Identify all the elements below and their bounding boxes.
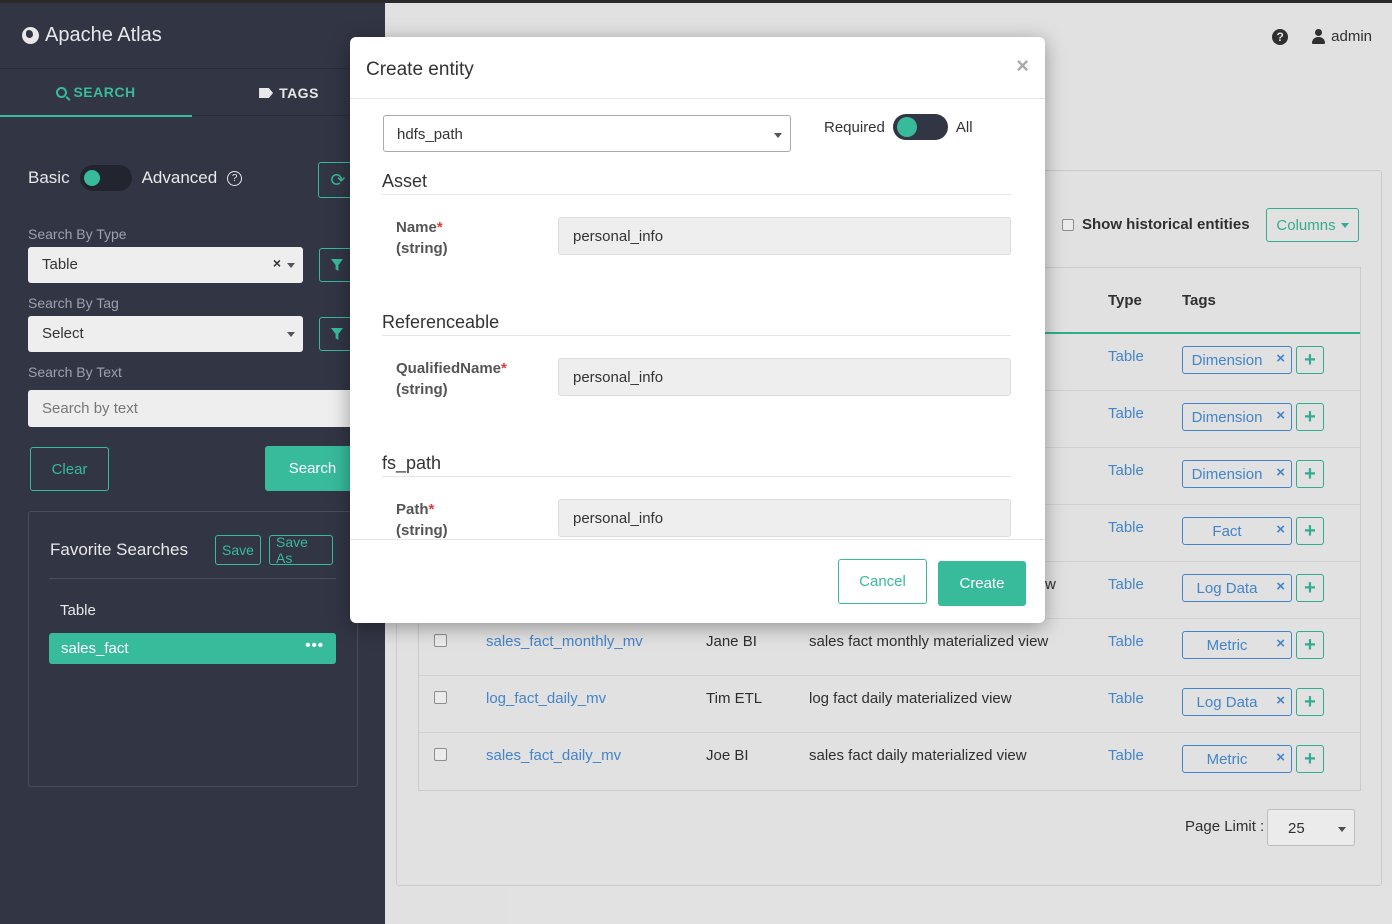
search-text-input[interactable]: Search by text — [28, 390, 358, 427]
clear-type-icon[interactable]: × — [273, 255, 281, 271]
section-divider — [382, 476, 1011, 477]
search-mode-row: Basic Advanced ? — [28, 165, 243, 191]
entity-type-select[interactable]: hdfs_path — [383, 115, 791, 152]
create-entity-modal: Create entity × hdfs_path Required All A… — [350, 37, 1045, 623]
create-button[interactable]: Create — [938, 561, 1026, 606]
search-by-type-select[interactable]: Table × — [28, 247, 303, 283]
toggle-knob — [83, 170, 100, 186]
all-label: All — [955, 118, 973, 136]
favorite-item[interactable]: sales_fact ••• — [49, 633, 336, 664]
refresh-icon: ⟳ — [330, 169, 346, 190]
close-icon[interactable]: × — [1016, 53, 1029, 79]
divider — [350, 539, 1045, 540]
section-divider — [382, 194, 1011, 195]
toggle-knob — [896, 117, 917, 137]
section-title: fs_path — [382, 453, 442, 473]
divider — [350, 98, 1045, 99]
app-brand[interactable]: Apache Atlas — [22, 24, 162, 47]
attribute-type: (string) — [396, 381, 448, 398]
app-title: Apache Atlas — [45, 24, 162, 46]
chevron-down-icon — [287, 332, 295, 337]
favorite-searches-panel: Favorite Searches Save Save As Table sal… — [28, 511, 358, 787]
filter-icon — [331, 328, 343, 340]
qualified-name-field[interactable]: personal_info — [558, 358, 1011, 396]
search-button[interactable]: Search — [265, 446, 360, 491]
attribute-name: Name — [396, 219, 437, 236]
tab-search-label: SEARCH — [73, 84, 136, 100]
advanced-label: Advanced — [141, 168, 218, 187]
search-by-tag-select[interactable]: Select — [28, 316, 303, 352]
attribute-label: Name* (string) — [396, 217, 448, 259]
help-icon[interactable]: ? — [227, 170, 243, 186]
cancel-button[interactable]: Cancel — [838, 559, 927, 604]
attribute-label: QualifiedName* (string) — [396, 358, 507, 400]
attribute-name: QualifiedName — [396, 360, 502, 377]
search-mode-toggle[interactable] — [79, 165, 132, 191]
attribute-label: Path* (string) — [396, 499, 448, 541]
more-icon[interactable]: ••• — [305, 637, 324, 654]
search-by-type-label: Search By Type — [28, 226, 127, 242]
clear-button[interactable]: Clear — [30, 447, 109, 491]
search-by-type-value: Table — [42, 256, 78, 273]
modal-title: Create entity — [366, 59, 474, 80]
required-mark: * — [436, 219, 443, 236]
search-by-tag-value: Select — [42, 325, 84, 342]
name-field[interactable]: personal_info — [558, 217, 1011, 255]
sidebar-tabs: SEARCH TAGS — [0, 68, 385, 117]
save-as-favorite-button[interactable]: Save As — [269, 534, 333, 566]
tag-icon — [259, 88, 274, 98]
save-favorite-button[interactable]: Save — [215, 535, 261, 565]
search-by-tag-label: Search By Tag — [28, 295, 119, 311]
required-mark: * — [501, 360, 507, 377]
path-field[interactable]: personal_info — [558, 499, 1011, 537]
required-all-toggle[interactable] — [892, 114, 948, 140]
tab-tags-label: TAGS — [279, 85, 319, 101]
favorite-group-label: Table — [60, 602, 96, 619]
filter-icon — [331, 259, 343, 271]
entity-type-value: hdfs_path — [397, 126, 463, 143]
required-mark: * — [428, 501, 435, 518]
section-divider — [382, 335, 1011, 336]
search-by-text-label: Search By Text — [28, 364, 122, 380]
sidebar: Apache Atlas SEARCH TAGS Basic Advanced … — [0, 0, 385, 924]
chevron-down-icon — [287, 263, 295, 268]
attribute-type: (string) — [396, 240, 448, 257]
favorite-searches-title: Favorite Searches — [50, 540, 188, 559]
required-all-toggle-row: Required All — [824, 114, 973, 140]
favorite-item-label: sales_fact — [61, 640, 129, 657]
chevron-down-icon — [774, 133, 782, 138]
globe-icon — [22, 27, 39, 44]
divider — [49, 578, 336, 579]
tab-search[interactable]: SEARCH — [0, 69, 192, 117]
required-label: Required — [824, 118, 885, 136]
search-icon — [56, 86, 68, 98]
basic-label: Basic — [28, 168, 70, 187]
attribute-name: Path — [396, 501, 429, 518]
section-title: Referenceable — [382, 312, 500, 332]
attribute-type: (string) — [396, 522, 448, 539]
section-title: Asset — [382, 171, 428, 191]
